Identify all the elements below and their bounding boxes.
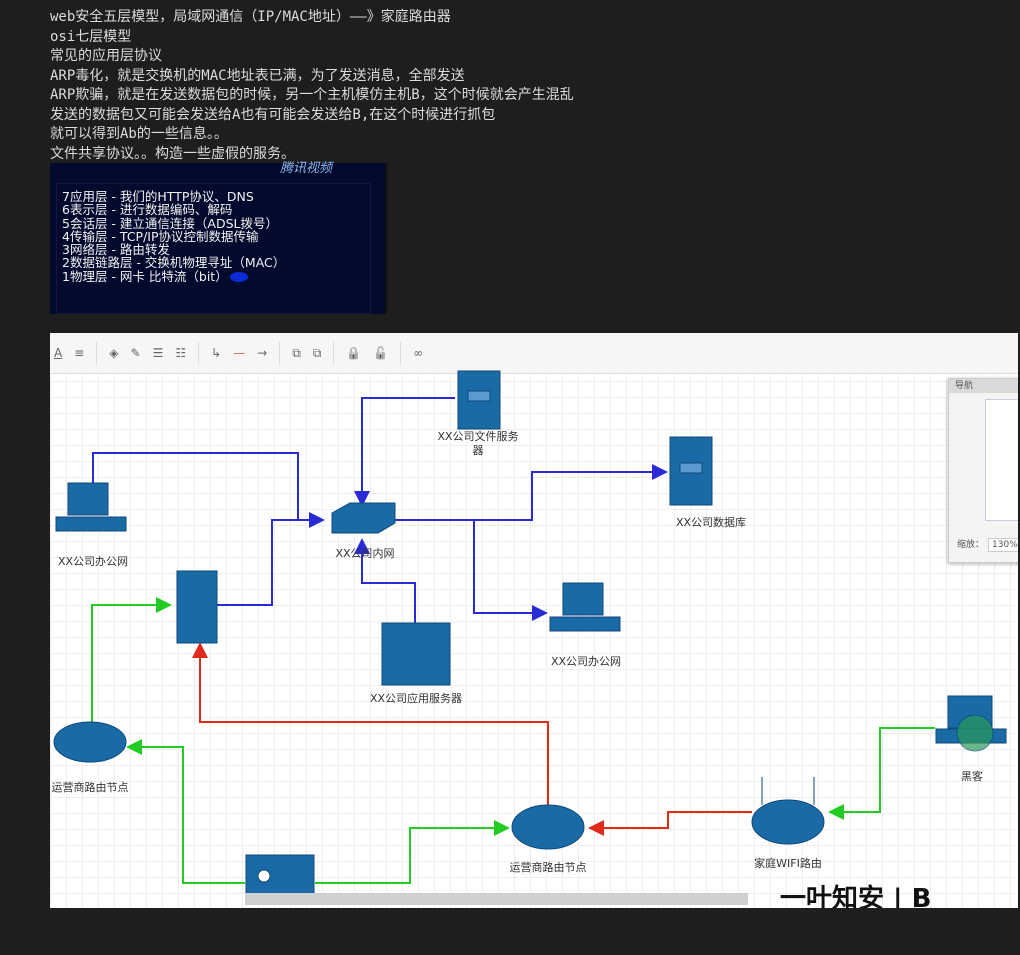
label-isp-center: 运营商路由节点 [509,861,587,874]
label-database: XX公司数据库 [675,516,747,529]
osi-layer: 7应用层 - 我们的HTTP协议、DNS [62,189,254,204]
router-icon [53,721,127,763]
link-home-center [588,811,752,836]
link-office-switch [92,452,325,528]
navigator-minimap [985,399,1018,521]
note-line: 常见的应用层协议 [50,48,162,64]
link-switch-database [395,464,668,521]
label-office-left: XX公司办公网 [57,555,129,568]
link-switch-office [473,520,548,621]
zoom-row: 缩放： 130% [957,537,1018,552]
video-logo: 腾讯视频 [280,161,333,176]
osi-layer-text: 1物理层 - 网卡 比特流（bit） [62,268,228,284]
link-key-isp [126,739,245,884]
link-hacker-home [828,727,935,820]
label-app-server: XX公司应用服务器 [369,692,463,705]
note-line: 就可以得到Ab的一些信息。。 [50,126,228,142]
computer-icon [549,582,621,632]
app-server-icon [381,622,451,686]
link-center-firewall [192,642,549,805]
computer-icon [55,482,127,532]
navigator-title: 导航 [949,379,1018,393]
database-server-icon [669,436,713,506]
zoom-value: 130% [988,538,1018,552]
zoom-label: 缩放： [957,540,985,550]
link-key-center [315,820,510,884]
label-isp-left: 运营商路由节点 [51,781,129,794]
label-switch: XX公司内网 [335,547,395,560]
note-line: 发送的数据包又可能会发送给A也有可能会发送给B,在这个时候进行抓包 [50,106,496,123]
switch-icon [331,502,396,534]
label-office-right: XX公司办公网 [550,655,622,668]
osi-layer: 2数据链路层 - 交换机物理寻址（MAC） [62,255,286,271]
note-line: osi七层模型 [50,28,132,45]
cursor-highlight [229,272,248,283]
osi-layer: 6表示层 - 进行数据编码、解码 [62,202,233,218]
osi-layer: 1物理层 - 网卡 比特流（bit） [57,270,370,283]
osi-layer: 5会话层 - 建立通信连接（ADSL拨号） [62,215,278,231]
link-firewall-switch [215,519,323,606]
file-server-icon [457,370,501,430]
brand-watermark: 一叶知安 | B [780,884,932,908]
key-box-icon [245,854,315,896]
note-text: web安全五层模型，局域网通信（IP/MAC地址）——》家庭路由器 osi七层模… [50,8,574,164]
router-icon [511,804,585,850]
hacker-computer-icon [935,695,1007,752]
label-line: 器 [472,444,484,457]
link-isp-firewall [91,597,172,722]
horizontal-scrollbar [245,893,748,905]
label-line: XX公司文件服务 [437,430,519,443]
firewall-icon [176,570,218,644]
label-home-router: 家庭WIFI路由 [754,857,822,870]
wifi-router-icon [751,777,825,845]
label-file-server: XX公司文件服务器 [437,430,518,458]
network-diagram-image: A ≡ ◈ ✎ ☰ ☷ ↳ — → ⧉ ⧉ 🔒 🔓 ∞ XX公司文件服务器 XX… [50,333,1018,908]
navigator-panel: 导航 缩放： 130% [948,378,1018,563]
note-line: ARP毒化，就是交换机的MAC地址表已满，为了发送消息，全部发送 [50,67,465,84]
osi-model-image: 腾讯视频 7应用层 - 我们的HTTP协议、DNS 6表示层 - 进行数据编码、… [50,161,387,314]
osi-layer: 3网络层 - 路由转发 [62,242,170,258]
osi-layer: 4传输层 - TCP/IP协议控制数据传输 [62,228,259,244]
note-line: ARP欺骗，就是在发送数据包的时候，另一个主机模仿主机B，这个时候就会产生混乱 [50,87,574,103]
label-hacker: 黑客 [961,770,983,783]
note-line: web安全五层模型，局域网通信（IP/MAC地址）——》家庭路由器 [50,9,451,25]
diagram-canvas [53,370,1007,896]
